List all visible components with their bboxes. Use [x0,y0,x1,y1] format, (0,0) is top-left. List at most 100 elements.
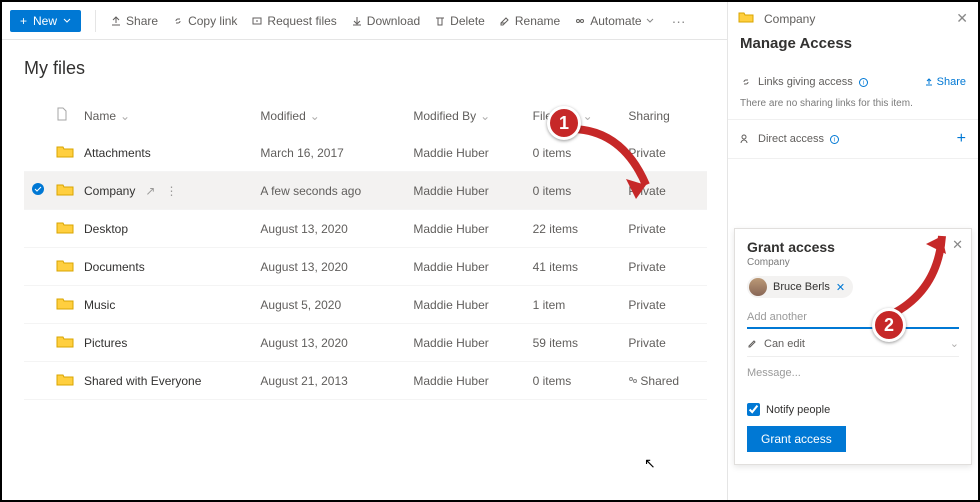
folder-icon [52,172,80,210]
page-title: My files [24,58,707,79]
automate-button[interactable]: Automate [574,14,653,28]
row-sharing: Private [624,286,707,324]
row-name[interactable]: Desktop [80,210,256,248]
request-files-icon [251,15,263,27]
new-button[interactable]: + New [10,10,81,32]
row-sharing: Private [624,248,707,286]
row-name[interactable]: Music [80,286,256,324]
row-size: 41 items [529,248,625,286]
row-modified-by: Maddie Huber [409,172,528,210]
table-row[interactable]: MusicAugust 5, 2020Maddie Huber1 itemPri… [24,286,707,324]
table-row[interactable]: DesktopAugust 13, 2020Maddie Huber22 ite… [24,210,707,248]
row-name[interactable]: Attachments [80,134,256,172]
col-type [52,101,80,134]
row-modified: March 16, 2017 [256,134,409,172]
person-chip-name: Bruce Berls [773,281,830,293]
link-icon [740,76,752,88]
request-files-button[interactable]: Request files [251,14,336,28]
row-modified: August 5, 2020 [256,286,409,324]
table-row[interactable]: DocumentsAugust 13, 2020Maddie Huber41 i… [24,248,707,286]
col-modified-by[interactable]: Modified By⌄ [409,101,528,134]
download-icon [351,15,363,27]
row-name[interactable]: Pictures [80,324,256,362]
row-modified-by: Maddie Huber [409,134,528,172]
row-name[interactable]: Company ↗ ⋮ [80,172,256,210]
row-modified: August 13, 2020 [256,324,409,362]
panel-folder-name: Company [764,12,815,26]
svg-text:i: i [834,137,835,143]
folder-icon [738,11,756,26]
avatar [749,278,767,296]
col-select [24,101,52,134]
row-modified: August 13, 2020 [256,248,409,286]
row-modified-by: Maddie Huber [409,362,528,400]
main-area: My files Name⌄ Modified⌄ Modified By⌄ Fi… [2,40,725,500]
row-modified: August 13, 2020 [256,210,409,248]
folder-icon [52,248,80,286]
people-icon [740,133,752,145]
row-select[interactable] [24,248,52,286]
arrow-2 [888,218,958,318]
person-chip[interactable]: Bruce Berls ✕ [747,276,853,298]
table-row[interactable]: PicturesAugust 13, 2020Maddie Huber59 it… [24,324,707,362]
folder-icon [52,324,80,362]
row-select[interactable] [24,172,52,210]
row-select[interactable] [24,210,52,248]
message-input[interactable]: Message... [747,367,959,379]
info-icon[interactable]: i [859,78,868,87]
info-icon[interactable]: i [830,135,839,144]
row-modified: A few seconds ago [256,172,409,210]
add-direct-access-button[interactable]: + [957,130,966,148]
row-size: 22 items [529,210,625,248]
share-button[interactable]: Share [110,14,158,28]
separator [95,10,96,32]
cursor-icon: ↖ [644,455,656,472]
pencil-icon [747,338,758,349]
delete-button[interactable]: Delete [434,14,485,28]
row-select[interactable] [24,134,52,172]
close-panel-button[interactable]: ✕ [956,10,968,27]
row-size: 1 item [529,286,625,324]
copy-link-button[interactable]: Copy link [172,14,237,28]
remove-chip-button[interactable]: ✕ [836,281,845,294]
new-button-label: New [33,14,57,28]
links-giving-access-label: Links giving access [758,76,853,88]
row-select[interactable] [24,324,52,362]
row-select[interactable] [24,286,52,324]
chevron-down-icon: ⌄ [120,109,130,123]
chevron-down-icon: ⌄ [950,337,959,350]
notify-checkbox-input[interactable] [747,403,760,416]
row-modified-by: Maddie Huber [409,210,528,248]
row-select[interactable] [24,362,52,400]
row-name[interactable]: Shared with Everyone [80,362,256,400]
row-name[interactable]: Documents [80,248,256,286]
share-inline-icon[interactable]: ↗ [145,184,155,198]
chevron-down-icon [63,17,71,25]
trash-icon [434,15,446,27]
row-more-icon[interactable]: ⋮ [165,184,177,198]
col-modified[interactable]: Modified⌄ [256,101,409,134]
permission-select[interactable]: Can edit ⌄ [747,337,959,357]
share-icon [924,77,934,87]
more-button[interactable]: ··· [668,13,690,29]
callout-2: 2 [872,308,906,342]
share-link[interactable]: Share [924,76,966,88]
direct-access-label: Direct access [758,133,824,145]
row-modified-by: Maddie Huber [409,248,528,286]
folder-icon [52,286,80,324]
row-size: 59 items [529,324,625,362]
grant-access-button[interactable]: Grant access [747,426,846,452]
col-name[interactable]: Name⌄ [80,101,256,134]
table-row[interactable]: Shared with EveryoneAugust 21, 2013Maddi… [24,362,707,400]
download-button[interactable]: Download [351,14,420,28]
rename-button[interactable]: Rename [499,14,560,28]
share-icon [110,15,122,27]
chevron-down-icon [646,17,654,25]
notify-checkbox[interactable]: Notify people [747,403,959,416]
chevron-down-icon: ⌄ [310,109,320,123]
folder-icon [52,362,80,400]
panel-title: Manage Access [728,33,978,66]
row-modified: August 21, 2013 [256,362,409,400]
row-size: 0 items [529,362,625,400]
row-sharing: Shared [624,362,707,400]
